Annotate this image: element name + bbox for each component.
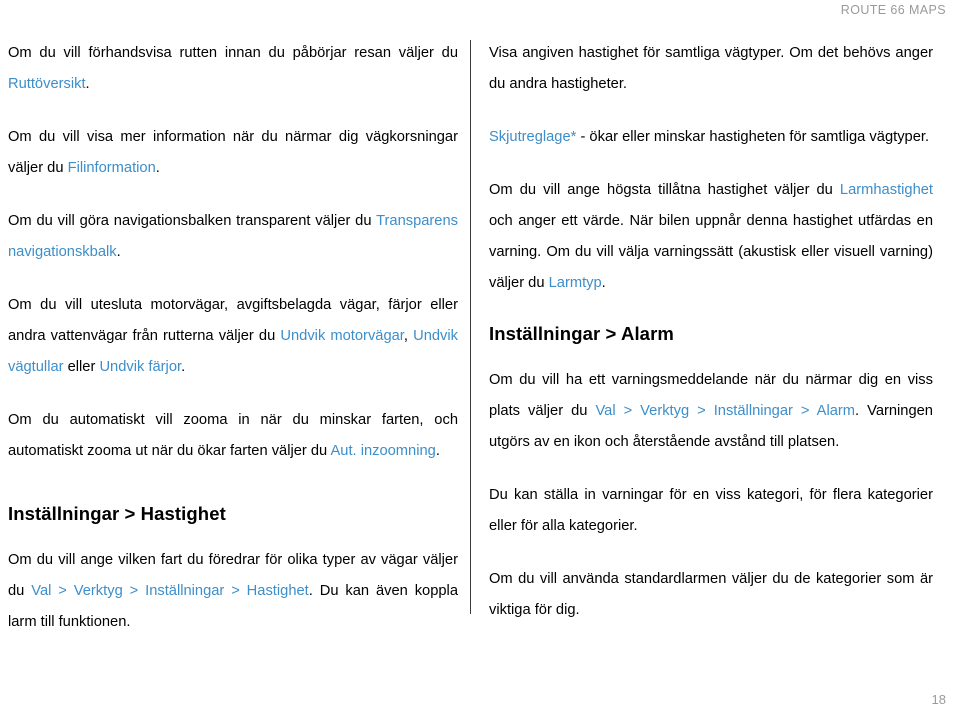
paragraph-alarm-settings: Om du vill ha ett varningsmeddelande när… (489, 365, 933, 458)
running-title: ROUTE 66 MAPS (840, 3, 946, 17)
inline-link[interactable]: Undvik färjor (99, 359, 181, 375)
inline-link[interactable]: Undvik motorvägar (280, 328, 404, 344)
paragraph-alarm-speed: Om du vill ange högsta tillåtna hastighe… (489, 175, 933, 299)
paragraph-text: - ökar eller minskar hastigheten för sam… (576, 129, 930, 145)
inline-link[interactable]: Val > Verktyg > Inställningar > Hastighe… (31, 583, 308, 599)
left-section-heading: Inställningar > Hastighet (8, 503, 226, 524)
left-column: Om du vill förhandsvisa rutten innan du … (0, 38, 470, 664)
paragraph-text: . (116, 244, 121, 260)
paragraph-text: Om du vill använda standardlarmen väljer… (489, 571, 933, 618)
paragraph-text: . (601, 275, 606, 291)
paragraph-route-preview: Om du vill förhandsvisa rutten innan du … (8, 38, 458, 100)
page-running-header: ROUTE 66 MAPS (0, 0, 946, 22)
right-section-heading: Inställningar > Alarm (489, 323, 674, 344)
paragraph-auto-zoom: Om du automatiskt vill zooma in när du m… (8, 405, 458, 467)
paragraph-speed-settings: Om du vill ange vilken fart du föredrar … (8, 545, 458, 638)
paragraph-text: , (403, 328, 414, 344)
right-column-after-heading: Om du vill ha ett varningsmeddelande när… (489, 365, 933, 626)
right-column: Visa angiven hastighet för samtliga vägt… (471, 38, 941, 664)
paragraph-default-alarms: Om du vill använda standardlarmen väljer… (489, 564, 933, 626)
paragraph-avoid-roads: Om du vill utesluta motorvägar, avgiftsb… (8, 290, 458, 383)
right-column-paragraphs: Visa angiven hastighet för samtliga vägt… (489, 38, 933, 299)
inline-link[interactable]: Filinformation (68, 160, 156, 176)
paragraph-text: . (155, 160, 160, 176)
paragraph-text: . (85, 76, 90, 92)
paragraph-text: Om du vill ange högsta tillåtna hastighe… (489, 182, 840, 198)
page-footer: 18 (0, 692, 946, 708)
paragraph-text: eller (63, 359, 100, 375)
inline-link[interactable]: Val > Verktyg > Inställningar > Alarm (595, 403, 855, 419)
paragraph-alarm-categories: Du kan ställa in varningar för en viss k… (489, 480, 933, 542)
paragraph-text: Om du vill förhandsvisa rutten innan du … (8, 45, 458, 61)
paragraph-text: Visa angiven hastighet för samtliga vägt… (489, 45, 933, 92)
left-column-after-heading: Om du vill ange vilken fart du föredrar … (8, 545, 458, 638)
inline-link[interactable]: Ruttöversikt (8, 76, 86, 92)
inline-link[interactable]: Aut. inzoomning (330, 443, 435, 459)
paragraph-text: . (181, 359, 186, 375)
paragraph-text: Du kan ställa in varningar för en viss k… (489, 487, 933, 534)
paragraph-show-speed: Visa angiven hastighet för samtliga vägt… (489, 38, 933, 100)
page-number: 18 (931, 692, 946, 707)
paragraph-slider: Skjutreglage* - ökar eller minskar hasti… (489, 122, 933, 153)
paragraph-text: Om du vill göra navigationsbalken transp… (8, 213, 377, 229)
inline-link[interactable]: Larmtyp (549, 275, 602, 291)
paragraph-junction-info: Om du vill visa mer information när du n… (8, 122, 458, 184)
page-body: Om du vill förhandsvisa rutten innan du … (0, 38, 960, 664)
paragraph-transparent-navbar: Om du vill göra navigationsbalken transp… (8, 206, 458, 268)
inline-link[interactable]: Larmhastighet (840, 182, 933, 198)
left-column-paragraphs: Om du vill förhandsvisa rutten innan du … (8, 38, 458, 467)
inline-link[interactable]: Skjutreglage* (489, 129, 576, 145)
paragraph-text: . (435, 443, 440, 459)
